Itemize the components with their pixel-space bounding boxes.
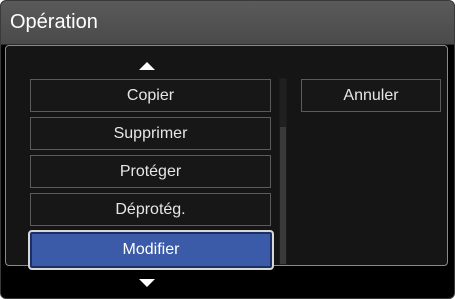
menu-item-supprimer[interactable]: Supprimer — [30, 117, 271, 150]
menu-item-proteger[interactable]: Protéger — [30, 155, 271, 188]
menu-item-deproteg[interactable]: Déprotég. — [30, 193, 271, 226]
cancel-button[interactable]: Annuler — [301, 79, 441, 112]
menu-scrollbar[interactable] — [279, 78, 287, 265]
operation-dialog: Opération Copier Supprimer Protéger Dépr… — [0, 0, 455, 299]
dialog-titlebar: Opération — [1, 1, 454, 45]
scroll-up-icon[interactable] — [139, 62, 155, 70]
dialog-title: Opération — [10, 11, 98, 33]
menu-scroll-thumb[interactable] — [280, 79, 286, 127]
scroll-down-icon[interactable] — [139, 279, 155, 287]
menu-item-modifier[interactable]: Modifier — [28, 230, 274, 270]
menu-item-copier[interactable]: Copier — [30, 79, 271, 112]
